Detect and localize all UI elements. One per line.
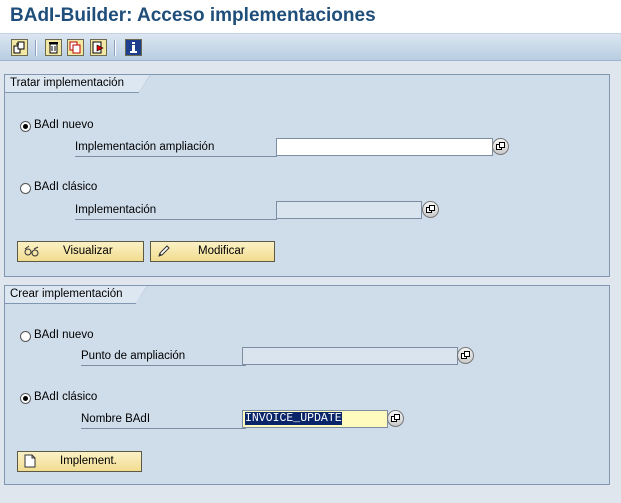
glasses-icon [24, 245, 39, 257]
radio-classic-badi-create[interactable] [20, 393, 31, 404]
enhancement-spot-field[interactable] [242, 347, 458, 365]
delete-icon [49, 42, 58, 54]
radio-new-badi-create[interactable] [20, 331, 31, 342]
radio-label-classic-badi: BAdI clásico [34, 391, 98, 403]
value-help-icon [391, 414, 400, 422]
label-badi-name: Nombre BAdI [81, 412, 246, 429]
title-bar: BAdI-Builder: Acceso implementaciones [0, 0, 621, 33]
change-button[interactable]: Modificar [150, 241, 275, 262]
group-title-text: Crear implementación [10, 288, 123, 300]
window-title: BAdI-Builder: Acceso implementaciones [10, 5, 376, 26]
copy-button[interactable] [67, 39, 84, 56]
group-title-create: Crear implementación [5, 285, 148, 304]
edit-implementation-group: Tratar implementación BAdI nuevo Impleme… [4, 74, 610, 277]
new-document-icon [24, 454, 36, 468]
create-implementation-group: Crear implementación BAdI nuevo Punto de… [4, 285, 610, 485]
display-button-label: Visualizar [63, 245, 113, 257]
rename-button[interactable] [90, 39, 107, 56]
implement-button-label: Implement. [60, 455, 117, 467]
value-help-icon [496, 142, 505, 150]
radio-label-new-badi: BAdI nuevo [34, 329, 94, 341]
implementation-field[interactable] [276, 201, 422, 219]
other-object-icon [13, 41, 25, 54]
info-button[interactable] [125, 39, 142, 56]
toolbar-separator [35, 40, 37, 56]
radio-label-classic-badi: BAdI clásico [34, 181, 98, 193]
enhancement-impl-field[interactable] [276, 138, 493, 156]
value-help-button[interactable] [387, 410, 404, 427]
toolbar-separator [114, 40, 116, 56]
other-object-button[interactable] [11, 39, 28, 56]
value-help-button[interactable] [492, 138, 509, 155]
pencil-icon [158, 245, 170, 257]
radio-classic-badi-edit[interactable] [20, 183, 31, 194]
group-title-edit: Tratar implementación [5, 74, 151, 93]
rename-icon [92, 41, 104, 54]
badi-name-field[interactable]: INVOICE_UPDATE [242, 410, 388, 428]
label-enhancement-spot: Punto de ampliación [81, 349, 246, 366]
info-icon [130, 42, 137, 53]
radio-label-new-badi: BAdI nuevo [34, 119, 94, 131]
value-help-icon [461, 351, 470, 359]
label-implementation: Implementación [75, 203, 277, 220]
group-title-text: Tratar implementación [10, 77, 124, 89]
implement-button[interactable]: Implement. [17, 451, 142, 472]
value-help-icon [426, 205, 435, 213]
value-help-button[interactable] [457, 347, 474, 364]
display-button[interactable]: Visualizar [17, 241, 144, 262]
radio-new-badi-edit[interactable] [20, 121, 31, 132]
value-help-button[interactable] [422, 201, 439, 218]
label-enhancement-impl: Implementación ampliación [75, 140, 277, 157]
copy-icon [69, 41, 81, 54]
application-toolbar [0, 33, 621, 61]
change-button-label: Modificar [198, 245, 245, 257]
badi-name-value: INVOICE_UPDATE [245, 412, 342, 425]
delete-button[interactable] [45, 39, 62, 56]
